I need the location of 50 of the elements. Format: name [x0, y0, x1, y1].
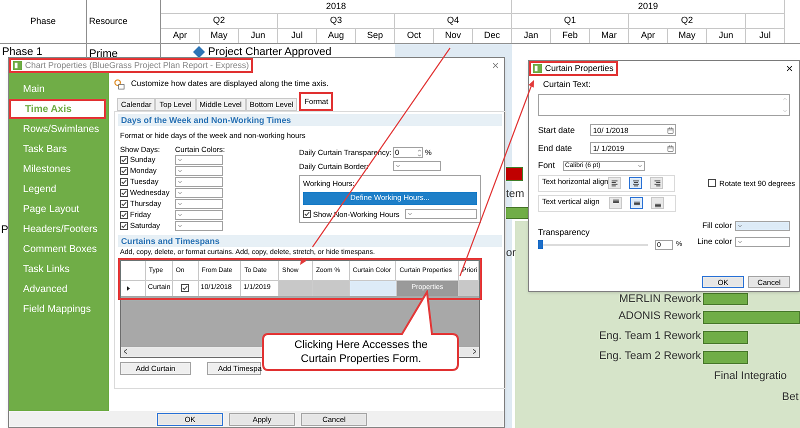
task-label: ADONIS Rework [618, 310, 701, 323]
month-header: Apr [161, 28, 200, 43]
month-header: Feb [551, 28, 590, 43]
month-header: May [200, 28, 239, 43]
year-header: 2019 [512, 0, 785, 13]
quarter-header: Q4 [395, 14, 512, 28]
color-label: Line color [697, 236, 732, 248]
column-header: Resource [87, 0, 161, 43]
callout-text: Clicking Here Accesses the Curtain Properties Form. [293, 338, 429, 366]
window-title: Curtain Properties [545, 62, 614, 75]
date-label: End date [538, 142, 574, 155]
quarter-header: Q2 [629, 14, 746, 28]
month-header: Jun [239, 28, 278, 43]
font-label: Font [538, 159, 556, 172]
description-text: Customize how dates are displayed along the time axis. [131, 78, 328, 90]
month-header: Jun [707, 28, 746, 43]
column-header: Phase [0, 0, 87, 43]
curtain-text-label: Curtain Text: [542, 78, 592, 91]
month-header: Sep [356, 28, 395, 43]
month-header: Oct [395, 28, 434, 43]
phase-label: P [1, 223, 8, 238]
month-header: Dec [473, 28, 512, 43]
task-label: tem [506, 188, 524, 201]
color-label: Fill color [702, 220, 732, 232]
task-label: Bet [782, 391, 799, 404]
task-label: or [506, 247, 516, 260]
year-header: 2018 [161, 0, 512, 13]
section-header: Curtains and Timespans [118, 235, 502, 248]
task-label: Eng. Team 1 Rework [599, 330, 701, 343]
milestone-label: Project Charter Approved [208, 44, 332, 60]
month-header: Jul [746, 28, 785, 43]
resource-label: Prime [89, 48, 118, 60]
task-label: Eng. Team 2 Rework [599, 350, 701, 363]
month-header: Apr [629, 28, 668, 43]
date-label: Start date [538, 124, 576, 137]
task-label: Final Integratio [714, 370, 787, 383]
month-header: Mar [590, 28, 629, 43]
month-header: Jul [278, 28, 317, 43]
phase-label: Phase 1 [2, 46, 42, 58]
section-header: Days of the Week and Non-Working Times [118, 114, 502, 126]
month-header: Aug [317, 28, 356, 43]
month-header: Jan [512, 28, 551, 43]
month-header: Nov [434, 28, 473, 43]
month-header: May [668, 28, 707, 43]
quarter-header: Q3 [278, 14, 395, 28]
window-title: Chart Properties (BlueGrass Project Plan Report - Express) [25, 59, 249, 72]
quarter-header: Q2 [161, 14, 278, 28]
transparency-label: Transparency [538, 226, 591, 238]
quarter-header: Q1 [512, 14, 629, 28]
task-label: MERLIN Rework [619, 293, 701, 306]
